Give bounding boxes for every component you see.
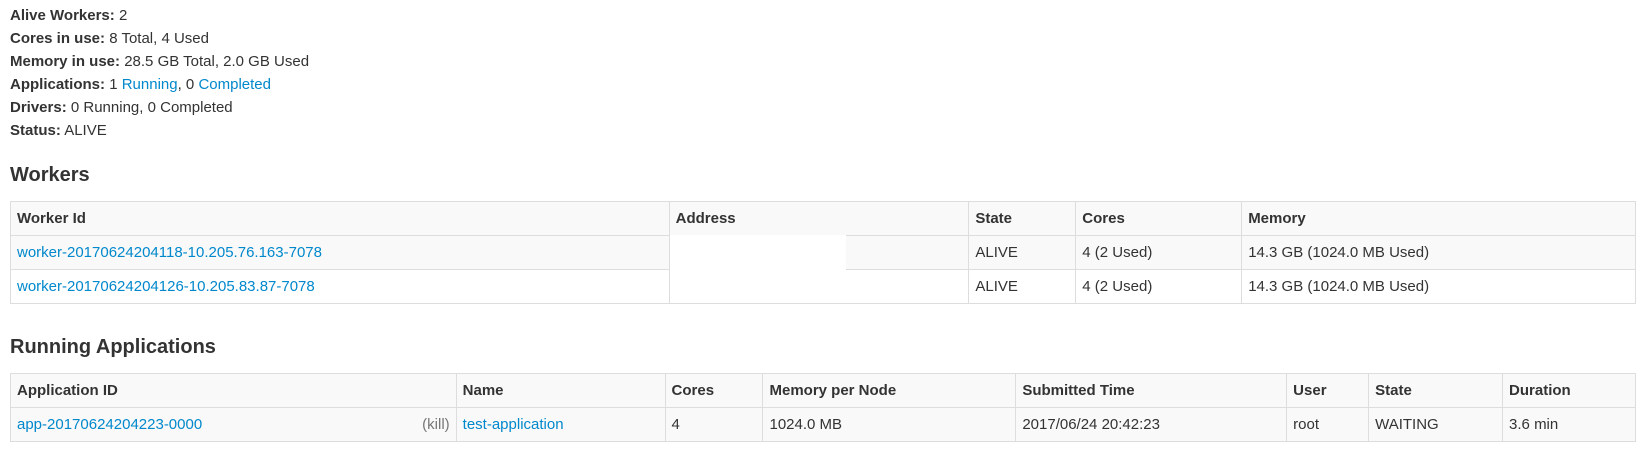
worker-id-cell: worker-20170624204126-10.205.83.87-7078 — [10, 269, 670, 304]
summary-label: Memory in use: — [10, 53, 121, 70]
app-user-cell: root — [1286, 407, 1370, 442]
app-name-cell: test-application — [455, 407, 666, 442]
column-header[interactable]: Duration — [1502, 373, 1636, 408]
apps-running-link[interactable]: Running — [122, 76, 178, 93]
column-header[interactable]: Submitted Time — [1015, 373, 1288, 408]
summary-value: ALIVE — [64, 122, 107, 139]
column-header[interactable]: User — [1286, 373, 1370, 408]
worker-memory-cell: 14.3 GB (1024.0 MB Used) — [1241, 235, 1636, 270]
summary-label: Drivers: — [10, 99, 67, 116]
master-summary: Alive Workers: 2 Cores in use: 8 Total, … — [10, 4, 309, 142]
apps-completed-link[interactable]: Completed — [198, 76, 271, 93]
summary-memory: Memory in use: 28.5 GB Total, 2.0 GB Use… — [10, 50, 309, 73]
summary-value: 2 — [118, 7, 128, 24]
column-header[interactable]: State — [1368, 373, 1504, 408]
worker-state-cell: ALIVE — [968, 235, 1077, 270]
summary-alive-workers: Alive Workers: 2 — [10, 4, 309, 27]
worker-state-cell: ALIVE — [968, 269, 1077, 304]
summary-status: Status: ALIVE — [10, 119, 309, 142]
summary-value: 8 Total, 4 Used — [109, 30, 209, 47]
column-header[interactable]: Cores — [1075, 201, 1243, 236]
running-apps-heading: Running Applications — [10, 336, 216, 358]
column-header[interactable]: Application ID — [10, 373, 457, 408]
table-row: app-20170624204223-0000 (kill) test-appl… — [10, 407, 1636, 442]
column-header[interactable]: Memory per Node — [762, 373, 1017, 408]
app-name-link[interactable]: test-application — [463, 416, 564, 433]
app-memory-cell: 1024.0 MB — [762, 407, 1017, 442]
worker-id-cell: worker-20170624204118-10.205.76.163-7078 — [10, 235, 670, 270]
summary-label: Cores in use: — [10, 30, 106, 47]
column-header[interactable]: Cores — [664, 373, 764, 408]
summary-value: 0 Running, 0 Completed — [70, 99, 233, 116]
summary-applications: Applications: 1 Running, 0 Completed — [10, 73, 309, 96]
summary-label: Applications: — [10, 76, 106, 93]
apps-separator: , 0 — [177, 76, 195, 93]
column-header[interactable]: Memory — [1241, 201, 1636, 236]
kill-control: (kill) — [422, 416, 450, 433]
summary-label: Alive Workers: — [10, 7, 115, 24]
column-header[interactable]: Address — [668, 201, 970, 236]
worker-memory-cell: 14.3 GB (1024.0 MB Used) — [1241, 269, 1636, 304]
running-apps-table: Application ID Name Cores Memory per Nod… — [10, 373, 1636, 442]
worker-cores-cell: 4 (2 Used) — [1075, 235, 1243, 270]
app-id-cell: app-20170624204223-0000 (kill) — [10, 407, 457, 442]
column-header[interactable]: Worker Id — [10, 201, 670, 236]
table-header-row: Application ID Name Cores Memory per Nod… — [10, 373, 1636, 408]
apps-running-count: 1 — [109, 76, 118, 93]
app-state-cell: WAITING — [1368, 407, 1504, 442]
kill-link[interactable]: kill — [427, 416, 445, 433]
worker-id-link[interactable]: worker-20170624204126-10.205.83.87-7078 — [17, 278, 315, 295]
summary-cores: Cores in use: 8 Total, 4 Used — [10, 27, 309, 50]
column-header[interactable]: State — [968, 201, 1077, 236]
worker-id-link[interactable]: worker-20170624204118-10.205.76.163-7078 — [17, 244, 322, 261]
summary-label: Status: — [10, 122, 61, 139]
workers-heading: Workers — [10, 164, 90, 186]
app-id-link[interactable]: app-20170624204223-0000 — [17, 416, 202, 433]
summary-value: 28.5 GB Total, 2.0 GB Used — [124, 53, 310, 70]
kill-close-paren: ) — [444, 416, 450, 433]
summary-drivers: Drivers: 0 Running, 0 Completed — [10, 96, 309, 119]
app-cores-cell: 4 — [664, 407, 764, 442]
worker-cores-cell: 4 (2 Used) — [1075, 269, 1243, 304]
redacted-address-block — [670, 235, 846, 303]
column-header[interactable]: Name — [455, 373, 666, 408]
app-duration-cell: 3.6 min — [1502, 407, 1636, 442]
app-submitted-cell: 2017/06/24 20:42:23 — [1015, 407, 1288, 442]
table-header-row: Worker Id Address State Cores Memory — [10, 201, 1636, 236]
